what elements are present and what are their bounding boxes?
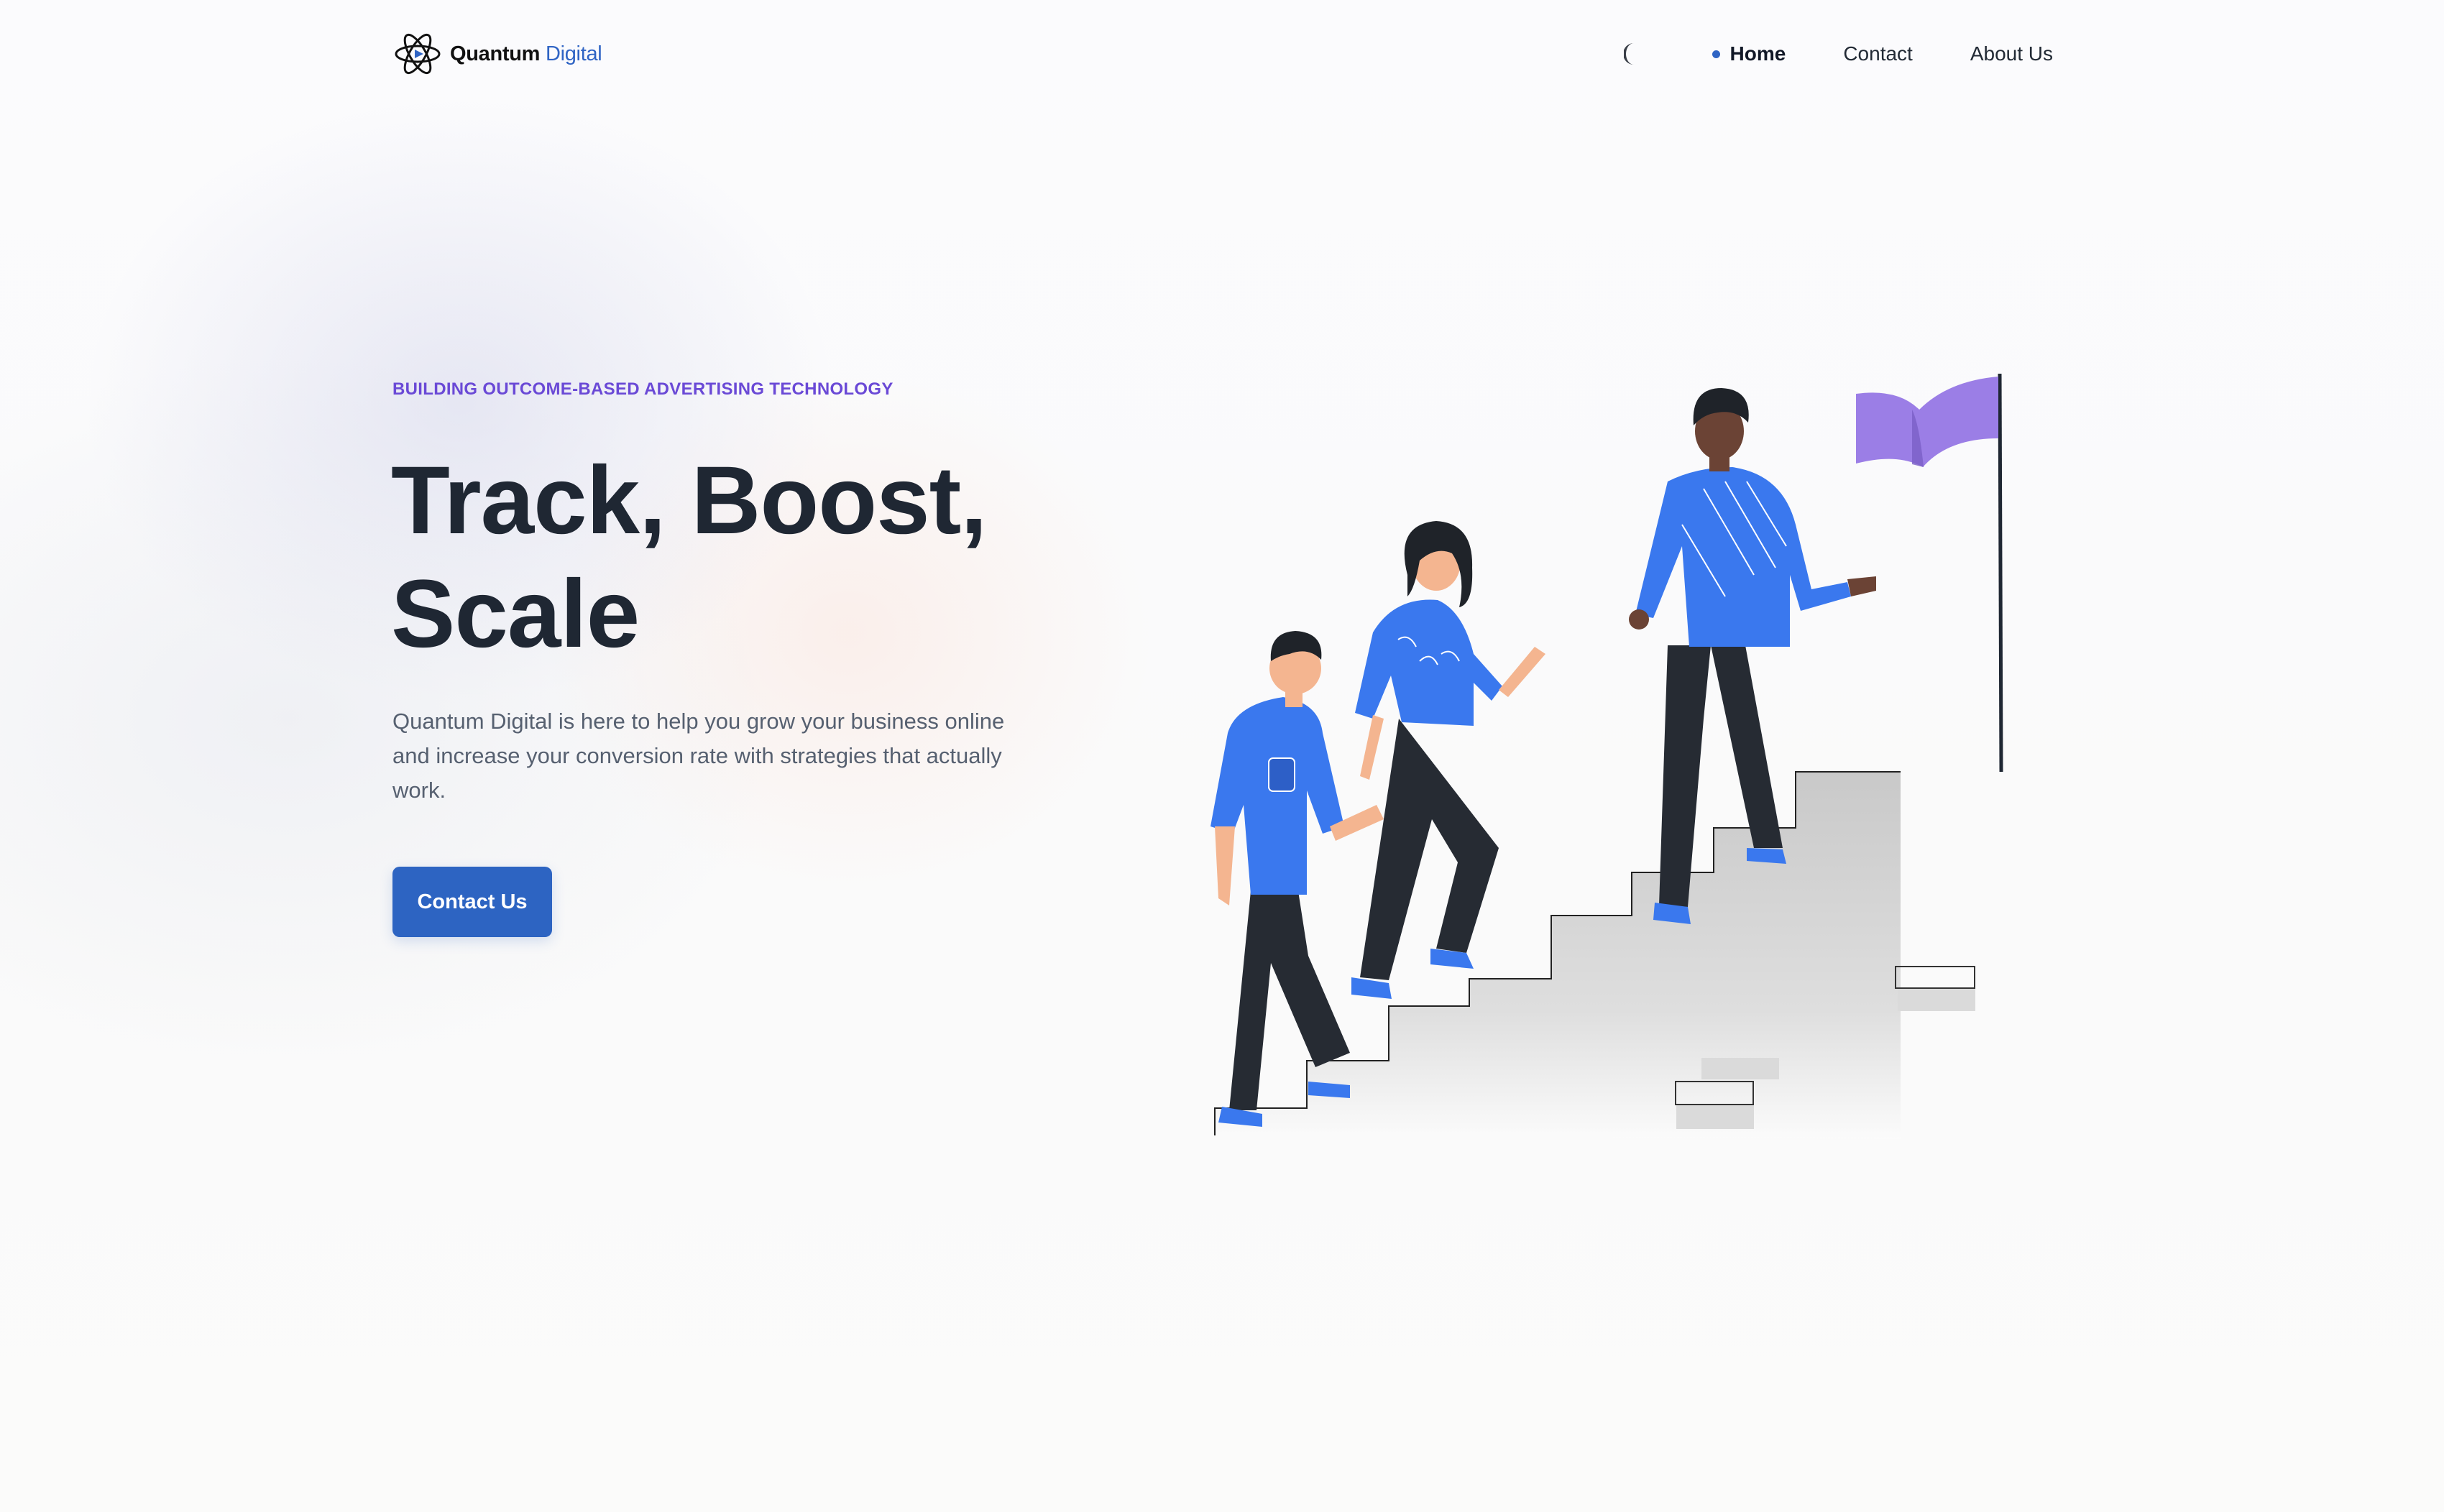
brand-name: Quantum Digital [450,42,602,66]
atom-logo-icon [395,33,441,75]
brand-name-accent: Digital [545,42,602,65]
hero-headline-line-1: Track, Boost, [391,447,987,554]
nav-link-about-us[interactable]: About Us [1970,42,2053,65]
theme-toggle-button[interactable] [1620,40,1649,68]
team-climbing-stairs-illustration [1210,373,2003,1139]
hero-headline: Track, Boost, Scale [391,444,1038,671]
nav-link-about-label: About Us [1970,42,2053,65]
hero-headline-line-2: Scale [391,561,640,668]
hero-description: Quantum Digital is here to help you grow… [392,709,1005,803]
main-nav: Home Contact About Us [1620,26,2053,82]
nav-link-contact-label: Contact [1843,42,1913,65]
hero-eyebrow: BUILDING OUTCOME-BASED ADVERTISING TECHN… [392,379,893,399]
nav-link-home-label: Home [1729,42,1786,65]
brand-logo[interactable]: Quantum Digital [392,26,602,82]
active-indicator-dot [1712,50,1720,58]
site-header: Quantum Digital Home Contact About Us [392,26,2053,82]
person-middle [1351,521,1545,999]
brand-name-primary: Quantum [450,42,541,65]
nav-link-home[interactable]: Home [1712,42,1786,65]
contact-us-button[interactable]: Contact Us [392,867,552,937]
moon-icon [1623,43,1634,65]
nav-link-contact[interactable]: Contact [1843,42,1913,65]
flag [1856,373,2003,773]
